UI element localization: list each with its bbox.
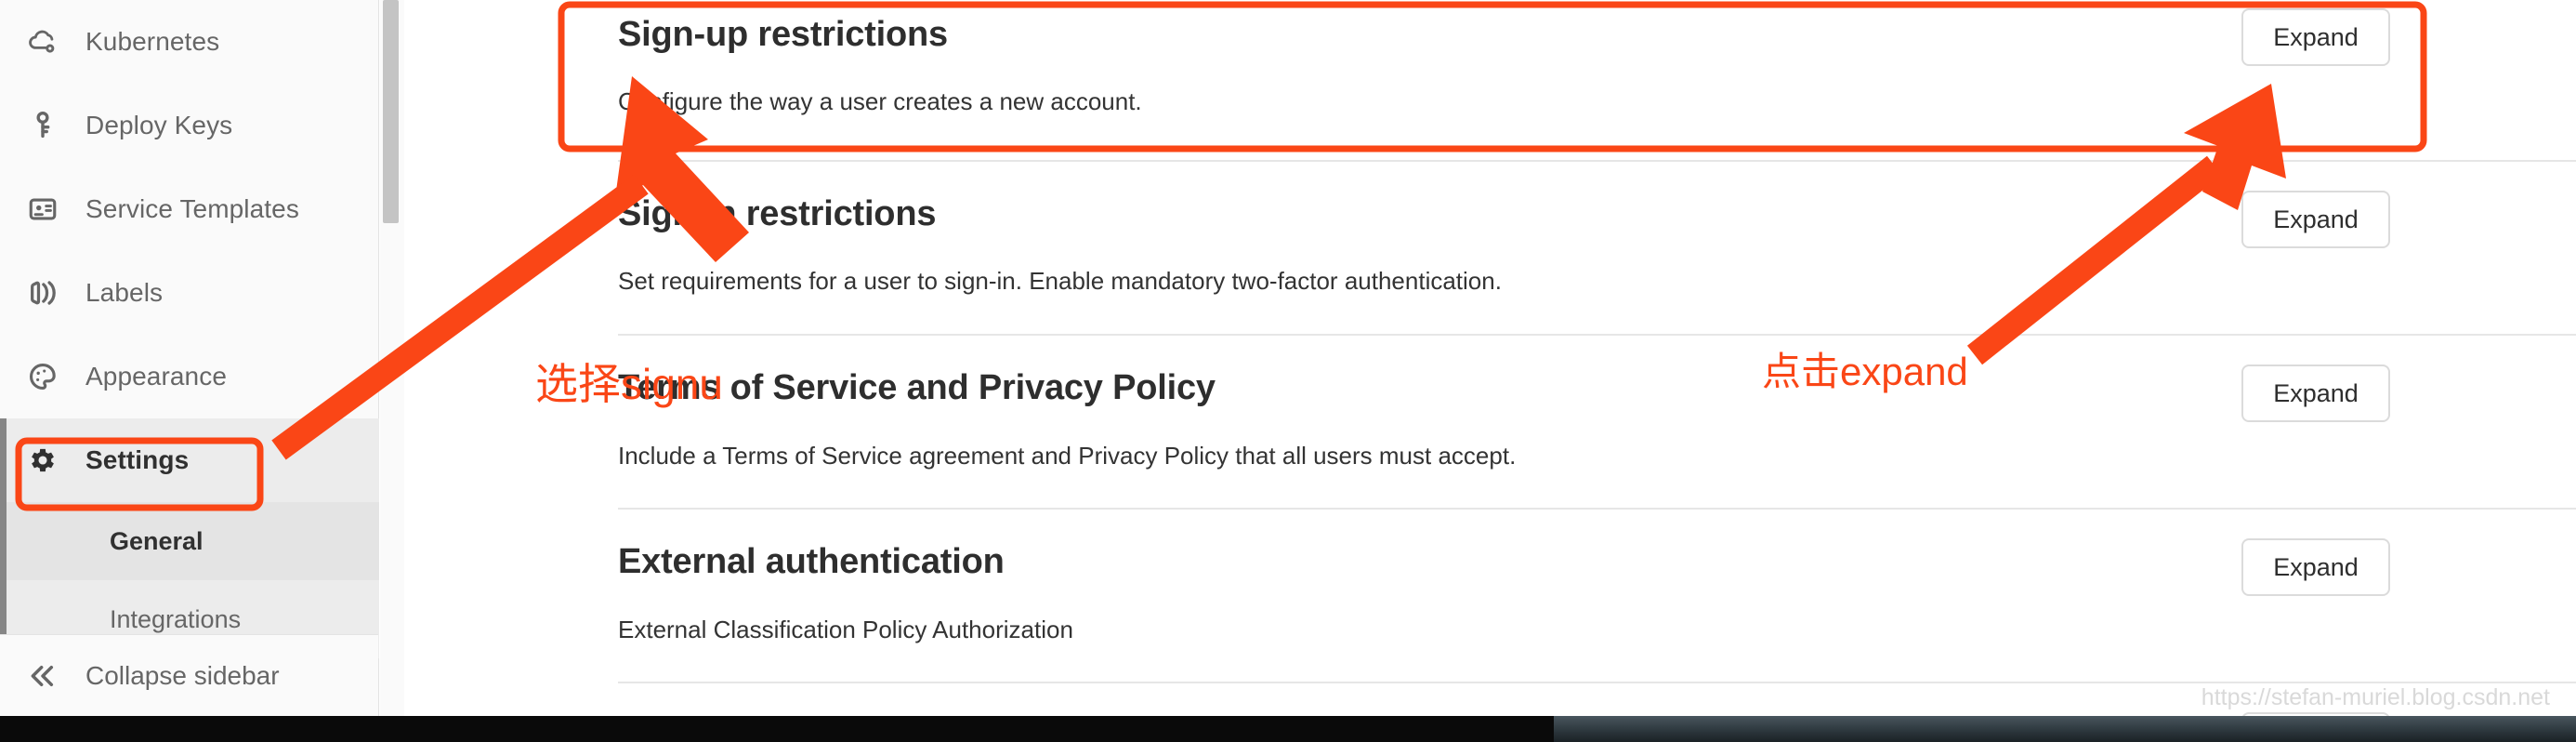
- gear-icon: [24, 442, 61, 479]
- section-description: Include a Terms of Service agreement and…: [618, 442, 1517, 470]
- sidebar-item-service-templates[interactable]: Service Templates: [0, 167, 379, 251]
- section-title: Sign-up restrictions: [618, 15, 948, 54]
- bottom-bar-right-segment: [1554, 716, 2576, 742]
- annotation-click-expand: 点击expand: [1762, 350, 1968, 393]
- main-content: Sign-up restrictions Configure the way a…: [405, 0, 2576, 716]
- section-divider: [618, 160, 2576, 162]
- sidebar-item-appearance[interactable]: Appearance: [0, 335, 379, 418]
- section-title: External authentication: [618, 542, 1005, 581]
- sidebar-item-label: Deploy Keys: [85, 111, 233, 139]
- sidebar-nav-list: Kubernetes Deploy Keys Service Templates…: [0, 0, 379, 658]
- section-divider: [618, 334, 2576, 336]
- sidebar-item-label: Appearance: [85, 362, 228, 391]
- sidebar-item-label: Settings: [85, 445, 190, 474]
- sidebar-item-deploy-keys[interactable]: Deploy Keys: [0, 84, 379, 167]
- section-description: Configure the way a user creates a new a…: [618, 87, 1142, 115]
- key-icon: [24, 107, 61, 144]
- section-divider: [618, 682, 2576, 683]
- expand-button-terms[interactable]: Expand: [2241, 364, 2390, 422]
- sidebar-subitem-label: Integrations: [110, 604, 242, 633]
- sidebar-scrollbar-thumb[interactable]: [383, 0, 399, 223]
- sidebar-item-label: Kubernetes: [85, 27, 220, 56]
- collapse-sidebar-button[interactable]: Collapse sidebar: [0, 634, 378, 716]
- section-description: Set requirements for a user to sign-in. …: [618, 267, 1502, 295]
- labels-icon: [24, 274, 61, 311]
- bottom-bar: [0, 716, 2576, 742]
- palette-icon: [24, 358, 61, 395]
- collapse-sidebar-label: Collapse sidebar: [85, 660, 280, 690]
- template-icon: [24, 191, 61, 228]
- screenshot-root: Kubernetes Deploy Keys Service Templates…: [0, 0, 2576, 742]
- expand-button-sign-in[interactable]: Expand: [2241, 191, 2390, 248]
- annotation-select-signup: 选择signu: [535, 360, 723, 408]
- sidebar-item-kubernetes[interactable]: Kubernetes: [0, 0, 379, 84]
- expand-button-external-auth[interactable]: Expand: [2241, 538, 2390, 596]
- section-title: Sign-in restrictions: [618, 194, 937, 233]
- sidebar-subitem-label: General: [110, 526, 204, 555]
- sidebar-item-label: Labels: [85, 278, 164, 307]
- sidebar-item-label: Service Templates: [85, 194, 299, 223]
- expand-button-sign-up[interactable]: Expand: [2241, 8, 2390, 66]
- section-divider: [618, 508, 2576, 510]
- sidebar-item-settings[interactable]: Settings: [0, 418, 379, 502]
- double-chevron-left-icon: [24, 661, 61, 691]
- kubernetes-icon: [24, 23, 61, 60]
- section-description: External Classification Policy Authoriza…: [618, 616, 1073, 643]
- sidebar-item-labels[interactable]: Labels: [0, 251, 379, 335]
- sidebar-subitem-general[interactable]: General: [0, 502, 379, 580]
- sidebar-scrollbar-track[interactable]: [380, 0, 404, 716]
- sidebar: Kubernetes Deploy Keys Service Templates…: [0, 0, 379, 716]
- watermark: https://stefan-muriel.blog.csdn.net: [2201, 684, 2550, 710]
